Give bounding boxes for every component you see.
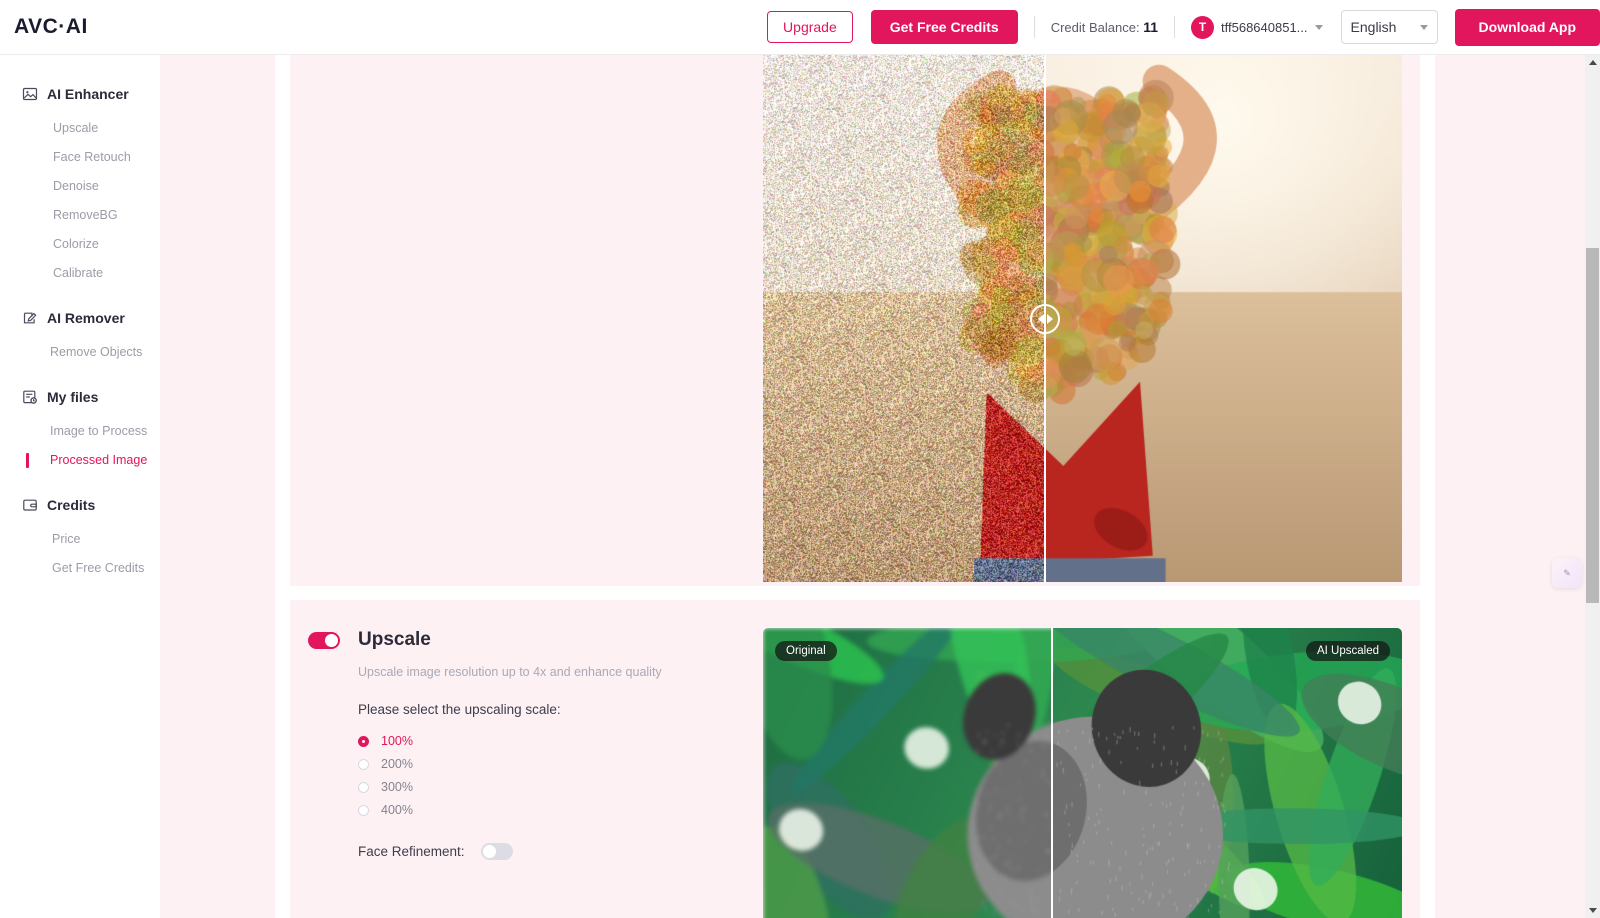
header-divider-2	[1174, 16, 1176, 38]
radio-label: 300%	[381, 780, 413, 794]
sidebar-item-removebg[interactable]: RemoveBG	[0, 205, 160, 225]
sidebar-item-remove-objects[interactable]: Remove Objects	[0, 342, 160, 362]
radio-label: 400%	[381, 803, 413, 817]
sidebar-group-credits[interactable]: Credits	[0, 490, 160, 520]
toggle-knob	[482, 845, 496, 858]
upscale-options-panel: Upscale Upscale image resolution up to 4…	[308, 629, 738, 860]
toggle-knob	[325, 633, 338, 647]
sidebar-item-get-free-credits[interactable]: Get Free Credits	[0, 558, 160, 578]
sidebar: AI Enhancer Upscale Face Retouch Denoise…	[0, 55, 160, 918]
after-image-top	[1044, 55, 1402, 582]
before-image-bottom	[763, 628, 1051, 918]
arrow-left-icon	[1037, 313, 1044, 324]
radio-option-300[interactable]: 300%	[358, 779, 738, 795]
wallet-icon	[22, 497, 38, 513]
sidebar-group-my-files[interactable]: My files	[0, 382, 160, 412]
download-app-button[interactable]: Download App	[1454, 8, 1600, 46]
ai-upscaled-tag: AI Upscaled	[1305, 641, 1390, 661]
upgrade-button[interactable]: Upgrade	[767, 11, 853, 43]
floating-widget[interactable]: ✎	[1552, 558, 1582, 588]
header-divider-1	[1033, 16, 1035, 38]
sidebar-group-label: AI Remover	[47, 310, 125, 326]
credit-balance-value: 11	[1143, 19, 1159, 35]
radio-label: 200%	[381, 757, 413, 771]
scroll-up-icon[interactable]	[1585, 55, 1600, 70]
panel-title: Upscale	[358, 629, 431, 650]
arrow-right-icon	[1046, 313, 1053, 324]
chevron-down-icon	[1314, 24, 1323, 30]
sidebar-item-face-retouch[interactable]: Face Retouch	[0, 147, 160, 167]
scroll-down-icon[interactable]	[1585, 903, 1600, 918]
credit-balance-label: Credit Balance:	[1050, 20, 1140, 35]
card-separator	[275, 586, 1435, 600]
upscale-enable-row: Upscale	[308, 629, 738, 651]
avatar: T	[1191, 15, 1215, 39]
radio-icon	[358, 735, 369, 747]
sidebar-group-ai-remover[interactable]: AI Remover	[0, 303, 160, 333]
main-content: Upscale Upscale image resolution up to 4…	[160, 55, 1588, 918]
layout-gutter-right	[1420, 55, 1435, 918]
sidebar-item-colorize[interactable]: Colorize	[0, 234, 160, 254]
face-refinement-label: Face Refinement:	[358, 844, 465, 859]
app-root: AVC·AI Upgrade Get Free Credits Credit B…	[0, 0, 1600, 918]
image-icon	[22, 86, 38, 102]
result-preview-card	[290, 55, 1420, 600]
top-header: AVC·AI Upgrade Get Free Credits Credit B…	[0, 0, 1600, 55]
sidebar-item-upscale[interactable]: Upscale	[0, 118, 160, 138]
language-select[interactable]: English	[1340, 10, 1438, 44]
sidebar-item-calibrate[interactable]: Calibrate	[0, 263, 160, 283]
files-icon	[22, 389, 38, 405]
sidebar-group-label: My files	[47, 389, 99, 405]
upscale-toggle[interactable]	[308, 631, 340, 649]
layout-gutter-left	[275, 55, 290, 918]
face-refinement-row: Face Refinement:	[358, 843, 738, 860]
brand-logo[interactable]: AVC·AI	[14, 15, 88, 39]
user-name-label: tff568640851...	[1221, 19, 1308, 35]
scrollbar-thumb[interactable]	[1586, 248, 1599, 603]
sidebar-group-label: Credits	[47, 497, 96, 513]
comparison-slider-handle[interactable]	[1030, 303, 1060, 334]
radio-option-100[interactable]: 100%	[358, 733, 738, 749]
before-after-comparison-bottom[interactable]: Original AI Upscaled	[763, 628, 1402, 918]
credit-balance: Credit Balance: 11	[1051, 19, 1158, 35]
user-menu[interactable]: T tff568640851...	[1191, 15, 1323, 39]
sidebar-item-denoise[interactable]: Denoise	[0, 176, 160, 196]
panel-description: Upscale image resolution up to 4x and en…	[358, 665, 662, 679]
radio-icon	[358, 758, 369, 770]
radio-option-200[interactable]: 200%	[358, 756, 738, 772]
sidebar-group-label: AI Enhancer	[47, 86, 129, 102]
before-after-comparison-top[interactable]	[763, 55, 1402, 582]
language-select-value: English	[1350, 19, 1397, 35]
header-actions: Upgrade Get Free Credits Credit Balance:…	[767, 0, 1600, 54]
upscale-scale-radio-group: 100% 200% 300% 400%	[358, 733, 738, 818]
chevron-down-icon	[1419, 24, 1428, 30]
upscale-settings-card: Upscale Upscale image resolution up to 4…	[290, 603, 1420, 918]
radio-icon	[358, 804, 369, 816]
before-image-top	[763, 55, 1044, 582]
original-tag: Original	[775, 641, 837, 661]
radio-icon	[358, 781, 369, 793]
get-free-credits-button[interactable]: Get Free Credits	[870, 10, 1018, 44]
sidebar-item-price[interactable]: Price	[0, 529, 160, 549]
after-image-bottom	[1051, 628, 1402, 918]
page-scrollbar[interactable]	[1585, 55, 1600, 918]
sidebar-group-ai-enhancer[interactable]: AI Enhancer	[0, 79, 160, 109]
face-refinement-toggle[interactable]	[480, 843, 513, 860]
radio-option-400[interactable]: 400%	[358, 802, 738, 818]
scale-prompt-label: Please select the upscaling scale:	[358, 702, 561, 717]
comparison-split-line	[1051, 628, 1053, 918]
sidebar-item-image-to-process[interactable]: Image to Process	[0, 421, 160, 441]
sidebar-item-processed-image[interactable]: Processed Image	[0, 450, 160, 470]
radio-label: 100%	[381, 734, 413, 748]
magic-wand-icon	[22, 310, 38, 326]
